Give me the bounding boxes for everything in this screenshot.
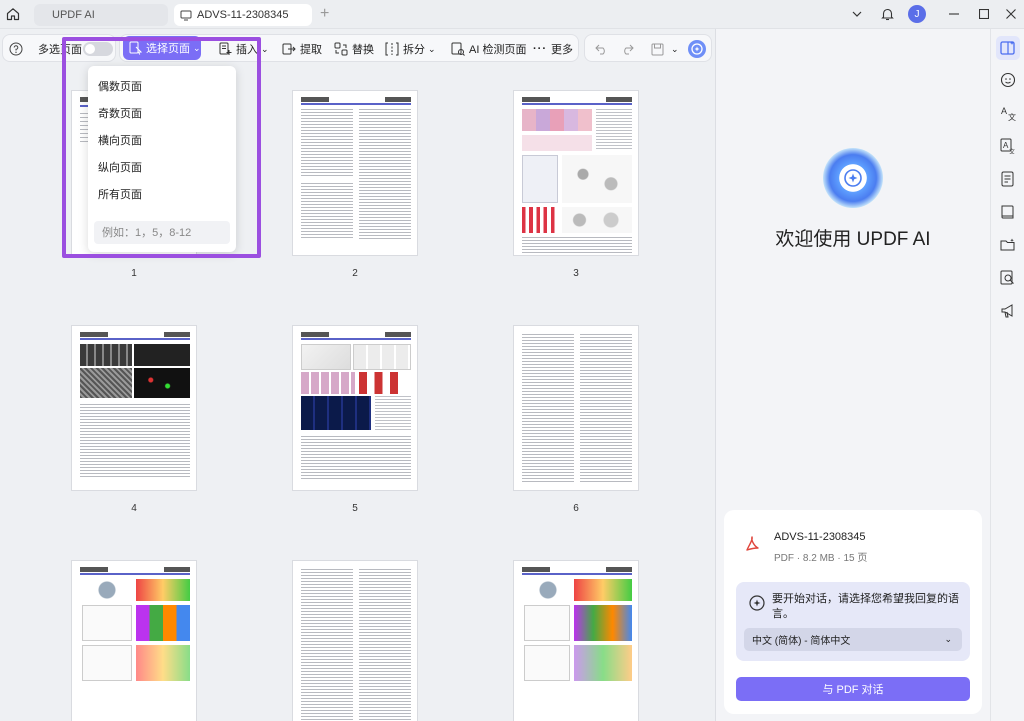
chevron-down-icon: ⌄ — [428, 43, 436, 54]
language-selected-value: 中文 (简体) - 简体中文 — [752, 636, 851, 647]
extract-button[interactable]: 提取 — [282, 35, 322, 63]
help-icon[interactable] — [9, 35, 27, 63]
ai-assistant-icon[interactable] — [687, 35, 711, 63]
file-name: ADVS-11-2308345 — [774, 531, 866, 543]
page-toolbar: 多选页面 插入 ⌄ 提取 替换 拆分 ⌄ AI 检测页面 ··· 更多 选择页面… — [0, 31, 713, 64]
tab-label: ADVS-11-2308345 — [197, 9, 289, 21]
select-pages-label: 选择页面 — [146, 43, 190, 55]
page-thumbnail[interactable] — [513, 325, 639, 491]
tab-label: UPDF AI — [52, 9, 95, 21]
svg-text:文: 文 — [1008, 112, 1016, 121]
chevron-down-icon: ⌄ — [261, 43, 269, 54]
language-select[interactable]: 中文 (简体) - 简体中文 ⌄ — [744, 628, 962, 651]
tab-updf-ai[interactable]: UPDF AI — [34, 4, 168, 26]
split-button[interactable]: 拆分 ⌄ — [385, 35, 436, 63]
multi-select-toggle[interactable] — [83, 42, 113, 56]
ai-logo-icon — [823, 148, 883, 208]
save-icon[interactable]: ⌄ — [651, 35, 679, 63]
replace-label: 替换 — [352, 44, 374, 56]
folder-icon[interactable] — [996, 233, 1020, 257]
split-label: 拆分 — [403, 44, 425, 56]
svg-text:A: A — [1001, 106, 1007, 116]
page-range-input[interactable] — [94, 221, 230, 244]
document-icon — [180, 10, 192, 21]
ai-welcome-title: 欢迎使用 UPDF AI — [775, 229, 931, 250]
add-tab-button[interactable]: + — [320, 6, 329, 22]
history-group: ⌄ — [584, 34, 712, 62]
language-prompt-text: 要开始对话，请选择您希望我回复的语言。 — [772, 593, 959, 620]
ai-detect-label: AI 检测页面 — [469, 44, 527, 56]
avatar[interactable]: J — [908, 5, 926, 23]
page-thumbnail[interactable] — [292, 325, 418, 491]
extract-label: 提取 — [300, 44, 322, 56]
multi-select-group: 多选页面 — [2, 34, 116, 62]
menu-item-odd-pages[interactable]: 奇数页面 — [98, 105, 142, 121]
insert-label: 插入 — [236, 44, 258, 56]
home-icon[interactable] — [4, 5, 22, 23]
more-icon: ··· — [533, 43, 547, 55]
ai-assistant-chat-icon[interactable] — [996, 68, 1020, 92]
right-tool-rail: A文 A文 — [990, 29, 1024, 721]
page-thumbnail[interactable] — [71, 325, 197, 491]
page-number: 1 — [131, 268, 137, 279]
insert-button[interactable]: 插入 ⌄ — [218, 35, 269, 63]
tab-document[interactable]: ADVS-11-2308345 — [174, 4, 312, 26]
ai-detect-pages-button[interactable]: AI 检测页面 — [451, 35, 526, 63]
replace-button[interactable]: 替换 — [334, 35, 374, 63]
translate-document-icon[interactable]: A文 — [996, 134, 1020, 158]
select-pages-button[interactable]: 选择页面 ⌄ — [123, 36, 201, 60]
file-meta: PDF · 8.2 MB · 15 页 — [774, 553, 868, 564]
ai-panel: 欢迎使用 UPDF AI ADVS-11-2308345 PDF · 8.2 M… — [716, 29, 990, 721]
menu-item-all-pages[interactable]: 所有页面 — [98, 186, 142, 202]
page-thumbnail[interactable] — [513, 90, 639, 256]
pdf-icon — [744, 535, 760, 553]
more-label: 更多 — [551, 44, 573, 56]
page-number: 3 — [573, 268, 579, 279]
page-number: 2 — [352, 268, 358, 279]
select-pages-dropdown: 偶数页面 奇数页面 横向页面 纵向页面 所有页面 — [88, 66, 236, 252]
svg-text:文: 文 — [1009, 148, 1015, 154]
page-number: 6 — [573, 503, 579, 514]
undo-icon[interactable] — [595, 35, 612, 63]
ai-chat-panel-icon[interactable] — [996, 36, 1020, 60]
megaphone-icon[interactable] — [996, 299, 1020, 323]
file-card: ADVS-11-2308345 PDF · 8.2 MB · 15 页 要开始对… — [724, 510, 982, 714]
page-thumbnail[interactable] — [71, 560, 197, 721]
menu-item-even-pages[interactable]: 偶数页面 — [98, 78, 142, 94]
ai-chat-icon — [748, 594, 766, 615]
chevron-down-icon: ⌄ — [944, 634, 952, 644]
search-document-icon[interactable] — [996, 266, 1020, 290]
bell-icon[interactable] — [877, 5, 897, 23]
maximize-icon[interactable] — [974, 5, 994, 23]
page-thumbnail[interactable] — [513, 560, 639, 721]
page-number: 5 — [352, 503, 358, 514]
page-thumbnail[interactable] — [292, 560, 418, 721]
translate-icon[interactable]: A文 — [996, 101, 1020, 125]
summarize-icon[interactable] — [996, 167, 1020, 191]
menu-item-landscape-pages[interactable]: 横向页面 — [98, 132, 142, 148]
more-button[interactable]: ··· 更多 — [533, 35, 573, 63]
page-number: 4 — [131, 503, 137, 514]
chevron-down-icon[interactable] — [847, 5, 867, 23]
menu-item-portrait-pages[interactable]: 纵向页面 — [98, 159, 142, 175]
close-icon[interactable] — [1001, 5, 1021, 23]
language-prompt-box: 要开始对话，请选择您希望我回复的语言。 中文 (简体) - 简体中文 ⌄ — [736, 582, 970, 661]
book-icon[interactable] — [996, 200, 1020, 224]
title-bar: UPDF AI ADVS-11-2308345 + J — [0, 0, 1024, 29]
chevron-down-icon: ⌄ — [193, 42, 201, 53]
page-thumbnail[interactable] — [292, 90, 418, 256]
chat-with-pdf-button[interactable]: 与 PDF 对话 — [736, 677, 970, 701]
multi-select-label: 多选页面 — [38, 44, 82, 56]
chevron-down-icon: ⌄ — [671, 43, 679, 54]
redo-icon[interactable] — [621, 35, 638, 63]
minimize-icon[interactable] — [944, 5, 964, 23]
